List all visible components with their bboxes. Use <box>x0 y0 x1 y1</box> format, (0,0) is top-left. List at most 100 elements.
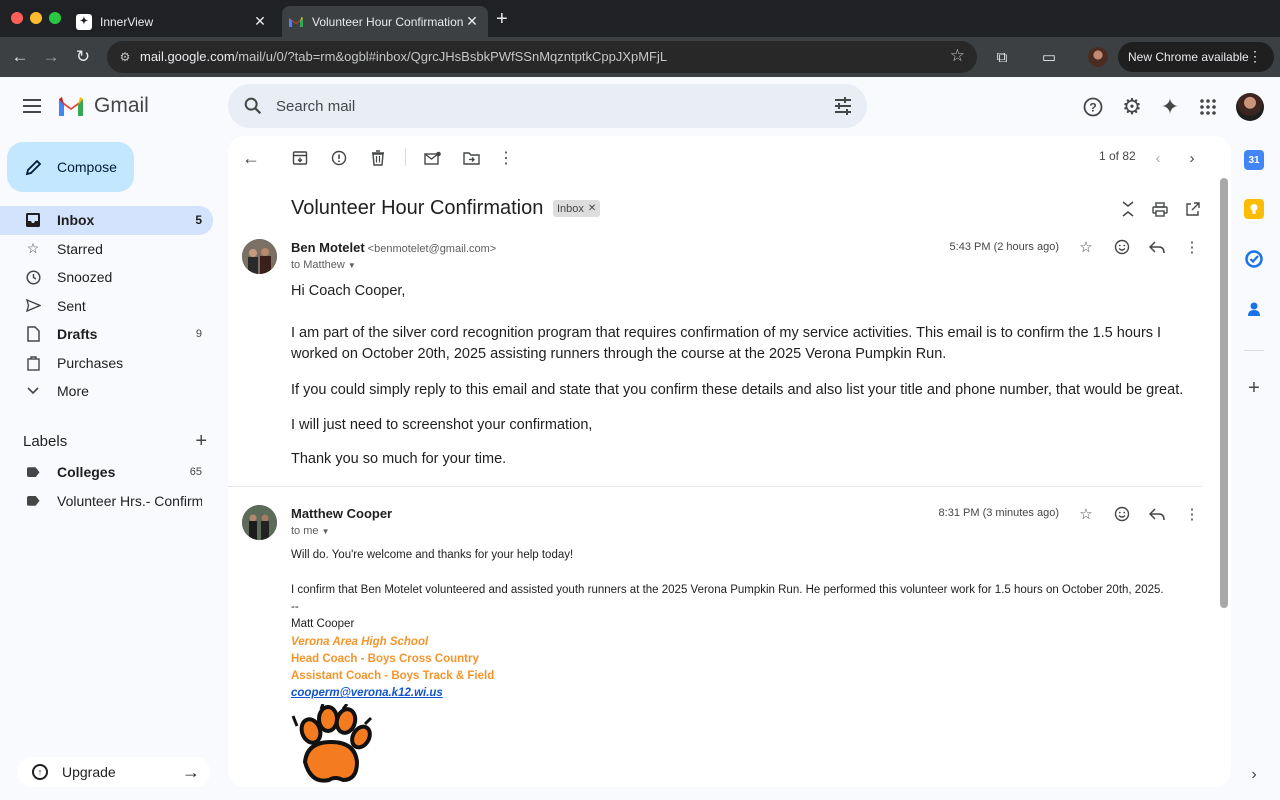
print-icon[interactable] <box>1150 199 1170 219</box>
sidebar-item-more[interactable]: More <box>0 377 213 406</box>
star-icon[interactable]: ☆ <box>1076 504 1096 524</box>
minimize-window-button[interactable] <box>30 12 42 24</box>
settings-gear-icon[interactable]: ⚙ <box>1119 94 1145 120</box>
more-vertical-icon[interactable]: ⋮ <box>1182 504 1202 524</box>
older-chevron-icon[interactable]: › <box>1181 147 1203 169</box>
draft-icon <box>24 325 42 343</box>
inbox-label-chip[interactable]: Inbox ✕ <box>553 200 601 217</box>
show-side-panel-chevron-icon[interactable]: › <box>1244 765 1264 785</box>
recipient-details[interactable]: to Matthew ▼ <box>291 259 356 271</box>
remove-label-icon[interactable]: ✕ <box>588 203 596 214</box>
search-options-icon[interactable] <box>833 96 853 116</box>
reload-icon[interactable]: ↻ <box>71 45 95 69</box>
address-bar[interactable]: ⚙ mail.google.com/mail/u/0/?tab=rm&ogbl#… <box>107 41 977 73</box>
label-item-volunteer-hrs[interactable]: Volunteer Hrs.- Confirm... <box>0 487 213 516</box>
forward-icon[interactable]: → <box>39 45 63 69</box>
signature-title: Assistant Coach - Boys Track & Field <box>291 670 495 682</box>
apps-grid-icon[interactable] <box>1195 94 1221 120</box>
search-bar[interactable]: Search mail <box>228 84 867 128</box>
labels-list: Colleges 65 Volunteer Hrs.- Confirm... <box>0 458 213 515</box>
more-vertical-icon[interactable]: ⋮ <box>1182 237 1202 257</box>
signature-name: Matt Cooper <box>291 618 355 630</box>
label-item-colleges[interactable]: Colleges 65 <box>0 458 213 487</box>
reply-icon[interactable] <box>1147 504 1167 524</box>
maximize-window-button[interactable] <box>49 12 61 24</box>
google-tasks-icon[interactable] <box>1244 249 1264 269</box>
sidebar-item-sent[interactable]: Sent <box>0 292 213 321</box>
add-reaction-icon[interactable] <box>1112 504 1132 524</box>
get-addons-plus-icon[interactable]: + <box>1244 377 1264 399</box>
pencil-icon <box>22 155 46 179</box>
google-contacts-icon[interactable] <box>1244 299 1264 319</box>
extensions-icon[interactable]: ⧉ <box>990 45 1014 69</box>
search-icon[interactable] <box>242 95 264 117</box>
browser-tab-strip: ✦ InnerView ✕ Volunteer Hour Confirmatio… <box>0 0 1280 37</box>
sender-avatar[interactable] <box>242 239 277 274</box>
scrollbar-thumb[interactable] <box>1220 178 1228 608</box>
newer-chevron-icon[interactable]: ‹ <box>1147 147 1169 169</box>
sender-name[interactable]: Matthew Cooper <box>291 506 392 521</box>
archive-icon[interactable] <box>289 147 311 169</box>
back-to-inbox-icon[interactable]: ← <box>240 147 262 169</box>
google-calendar-icon[interactable]: 31 <box>1244 150 1264 170</box>
upgrade-icon: ↑ <box>32 764 48 780</box>
mark-unread-icon[interactable] <box>421 147 443 169</box>
report-spam-icon[interactable] <box>328 147 350 169</box>
paw-logo-image <box>291 704 373 783</box>
reply-icon[interactable] <box>1147 237 1167 257</box>
inbox-icon <box>24 211 42 229</box>
reply-line: I confirm that Ben Motelet volunteered a… <box>291 584 1164 596</box>
more-vertical-icon[interactable]: ⋮ <box>1248 48 1262 65</box>
chrome-update-button[interactable]: New Chrome available ⋮ <box>1118 42 1274 72</box>
close-window-button[interactable] <box>11 12 23 24</box>
more-vertical-icon[interactable]: ⋮ <box>495 147 517 169</box>
google-keep-icon[interactable] <box>1244 199 1264 219</box>
update-label: New Chrome available <box>1128 50 1249 64</box>
send-icon <box>24 297 42 315</box>
bookmark-star-icon[interactable]: ☆ <box>950 46 965 66</box>
move-to-folder-icon[interactable] <box>460 147 482 169</box>
gemini-sparkle-icon[interactable]: ✦ <box>1157 94 1183 120</box>
sidebar-item-drafts[interactable]: Drafts 9 <box>0 320 213 349</box>
close-tab-icon[interactable]: ✕ <box>464 13 480 30</box>
upgrade-button[interactable]: ↑ Upgrade → <box>17 757 210 787</box>
main-menu-icon[interactable] <box>20 94 44 118</box>
sidebar-nav: Inbox 5 ☆ Starred Snoozed Sent Drafts 9 … <box>0 206 213 406</box>
caret-down-icon[interactable]: ▼ <box>322 527 330 536</box>
new-tab-icon[interactable]: + <box>496 8 508 31</box>
compose-button[interactable]: Compose <box>7 142 134 192</box>
tab-volunteer-hour-confirmation[interactable]: Volunteer Hour Confirmation ✕ <box>282 6 488 37</box>
sender-avatar[interactable] <box>242 505 277 540</box>
delete-trash-icon[interactable] <box>367 147 389 169</box>
signature-email-link[interactable]: cooperm@verona.k12.wi.us <box>291 685 1211 702</box>
tab-innerview[interactable]: ✦ InnerView ✕ <box>70 6 276 37</box>
gmail-m-icon <box>59 97 83 116</box>
close-tab-icon[interactable]: ✕ <box>252 13 268 30</box>
gmail-wordmark: Gmail <box>94 94 149 117</box>
caret-down-icon[interactable]: ▼ <box>348 261 356 270</box>
sidebar-item-purchases[interactable]: Purchases <box>0 349 213 378</box>
sender-name[interactable]: Ben Motelet <benmotelet@gmail.com> <box>291 240 496 255</box>
open-new-window-icon[interactable] <box>1182 199 1202 219</box>
star-icon: ☆ <box>26 240 40 257</box>
search-input[interactable]: Search mail <box>276 98 355 115</box>
star-icon[interactable]: ☆ <box>1076 237 1096 257</box>
create-label-icon[interactable]: + <box>195 430 207 453</box>
sidebar-item-label: Starred <box>57 240 103 257</box>
sidebar-item-starred[interactable]: ☆ Starred <box>0 235 213 264</box>
help-icon[interactable]: ? <box>1080 94 1106 120</box>
sidebar-item-snoozed[interactable]: Snoozed <box>0 263 213 292</box>
account-avatar[interactable] <box>1236 93 1264 121</box>
cast-search-icon[interactable]: ▭ <box>1037 45 1061 69</box>
sidebar-item-inbox[interactable]: Inbox 5 <box>0 206 213 235</box>
add-reaction-icon[interactable] <box>1112 237 1132 257</box>
gmail-logo[interactable]: Gmail <box>57 94 149 118</box>
label-tag-icon <box>24 492 42 510</box>
sender-email: <benmotelet@gmail.com> <box>367 243 497 255</box>
profile-avatar[interactable] <box>1088 47 1108 67</box>
collapse-all-icon[interactable] <box>1118 199 1138 219</box>
sidebar-item-label: More <box>57 383 89 400</box>
back-icon[interactable]: ← <box>8 45 32 69</box>
recipient-details[interactable]: to me ▼ <box>291 525 330 537</box>
site-info-icon[interactable]: ⚙ <box>115 47 135 67</box>
